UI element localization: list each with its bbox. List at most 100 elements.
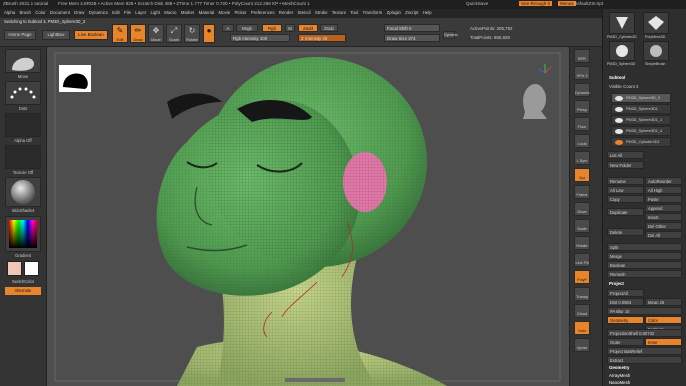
home-page-button[interactable]: Home Page (4, 30, 36, 40)
subtool-item[interactable]: PM3D_Sphere3D_3 (611, 93, 671, 103)
persp-button[interactable]: Persp (574, 100, 590, 114)
delete-button[interactable]: Delete (607, 228, 644, 236)
extract-section[interactable]: Extract (607, 356, 682, 364)
rotate-view-button[interactable]: Rotate (574, 236, 590, 250)
rotate-button[interactable]: ↻ Rotate (184, 24, 200, 43)
remesh-section[interactable]: Remesh (607, 270, 682, 278)
subtool-item[interactable]: PM3D_Cylinder3D1 (611, 137, 671, 147)
timeline-bar[interactable] (285, 378, 345, 382)
rgb-intensity-slider[interactable]: Rgb Intensity 100 (230, 34, 290, 42)
menu-item[interactable]: Color (35, 10, 46, 15)
live-boolean-button[interactable]: Live Boolean (74, 30, 108, 40)
menu-item[interactable]: Transform (362, 10, 382, 15)
quicksave-button[interactable]: QuickSave (466, 1, 488, 6)
subtool-item[interactable]: PM3D_Sphere3D1 (611, 104, 671, 114)
default-zscript-button[interactable]: DefaultZScript (574, 1, 603, 6)
project-all-button[interactable]: ProjectAll (607, 289, 644, 297)
polyf-button[interactable]: PolyF (574, 270, 590, 284)
menu-item[interactable]: Document (50, 10, 70, 15)
dynamic-button[interactable]: Dynamic (443, 31, 458, 39)
see-through-slider[interactable]: See-through 0 (519, 1, 553, 6)
z-intensity-slider[interactable]: Z Intensity 25 (298, 34, 346, 42)
arraymesh-header[interactable]: ArrayMesh (609, 373, 630, 378)
subtool-item[interactable]: PM3D_Sphere3D1_4 (611, 126, 671, 136)
menu-item[interactable]: Zplugin (387, 10, 401, 15)
alternate-button[interactable]: Alternate (5, 287, 41, 295)
bpr-button[interactable]: BPR (574, 49, 590, 63)
menu-item[interactable]: Help (423, 10, 432, 15)
material-swatch[interactable]: ● (203, 24, 215, 43)
all-low-button[interactable]: All Low (607, 186, 644, 194)
menu-item[interactable]: Render (279, 10, 293, 15)
move-button[interactable]: ✥ Move (148, 24, 164, 43)
solo-button[interactable]: Solo (574, 321, 590, 335)
merge-section[interactable]: Merge (607, 252, 682, 260)
viewport-canvas[interactable] (47, 47, 569, 386)
a-toggle[interactable]: A (222, 24, 234, 32)
menu-item[interactable]: Brush (19, 10, 30, 15)
rename-button[interactable]: Rename (607, 177, 644, 185)
nanomesh-header[interactable]: NanoMesh (609, 380, 630, 385)
tool-thumb-cylinder[interactable] (609, 12, 635, 34)
duplicate-button[interactable]: Duplicate (607, 208, 644, 216)
texture-thumbnail[interactable] (5, 145, 41, 169)
secondary-color-swatch[interactable] (24, 261, 39, 276)
menu-item[interactable]: Picker (234, 10, 246, 15)
menu-item[interactable]: Movie (218, 10, 230, 15)
tool-thumb-sphere[interactable] (609, 41, 635, 61)
copy-button[interactable]: Copy (607, 195, 644, 203)
scale-button[interactable]: ⤢ Scale (166, 24, 182, 43)
edit-button[interactable]: ✎ Edit (112, 24, 128, 43)
visible-count[interactable]: Visible Count 4 (609, 84, 638, 89)
menu-item[interactable]: Preferences (251, 10, 275, 15)
local-button[interactable]: Local (574, 134, 590, 148)
xyz-button[interactable]: Xyz (574, 168, 590, 182)
boolean-section[interactable]: Boolean (607, 261, 682, 269)
menu-item[interactable]: Material (199, 10, 215, 15)
new-folder-button[interactable]: New Folder (607, 161, 644, 169)
project-basrelief-button[interactable]: Project BasRelief (607, 347, 682, 355)
zsub-button[interactable]: Zsub (320, 24, 338, 32)
inner-toggle[interactable]: Inner (645, 338, 682, 346)
append-button[interactable]: Append (645, 204, 682, 212)
draw-button[interactable]: ✏ Draw (130, 24, 146, 43)
floor-button[interactable]: Floor (574, 117, 590, 131)
line-fill-button[interactable]: Line Fill (574, 253, 590, 267)
tool-thumb-simplebrush[interactable] (643, 41, 669, 61)
split-section[interactable]: Split (607, 243, 682, 251)
menu-item[interactable]: Texture (332, 10, 346, 15)
scale-view-button[interactable]: Scale (574, 219, 590, 233)
menu-item[interactable]: Tool (350, 10, 358, 15)
alpha-thumbnail[interactable] (5, 113, 41, 137)
brush-thumbnail[interactable] (5, 49, 41, 73)
m-button[interactable]: M (285, 24, 295, 32)
subtool-item[interactable]: PM3D_Sphere3D1_1 (611, 115, 671, 125)
mrgb-button[interactable]: Mrgb (236, 24, 258, 32)
menu-item[interactable]: File (124, 10, 131, 15)
menu-item[interactable]: Draw (74, 10, 84, 15)
axis-gizmo-icon[interactable] (538, 64, 552, 74)
all-high-button[interactable]: All High (645, 186, 682, 194)
outer-toggle[interactable]: Outer (607, 338, 644, 346)
rgb-button[interactable]: Rgb (262, 24, 282, 32)
menu-item[interactable]: Edit (112, 10, 120, 15)
menu-item[interactable]: Stencil (297, 10, 310, 15)
paste-button[interactable]: Paste (645, 195, 682, 203)
ghost-button[interactable]: Ghost (574, 304, 590, 318)
geometry-header[interactable]: Geometry (609, 365, 630, 370)
geometry-toggle[interactable]: Geometry (607, 316, 644, 324)
material-thumbnail[interactable] (5, 177, 41, 207)
frame-button[interactable]: Frame (574, 185, 590, 199)
autoreorder-button[interactable]: AutoReorder (645, 177, 682, 185)
dynamic-scroll-button[interactable]: Dynamic (574, 83, 590, 97)
list-all-button[interactable]: List All (607, 151, 644, 159)
lightbox-button[interactable]: LightBox (42, 30, 70, 40)
del-all-button[interactable]: Del All (645, 231, 682, 239)
color-picker[interactable] (5, 216, 41, 252)
menu-item[interactable]: Alpha (4, 10, 15, 15)
draw-size-slider[interactable]: Draw Size 274 (384, 34, 440, 42)
stroke-thumbnail[interactable] (5, 81, 41, 105)
menu-item[interactable]: Macro (164, 10, 176, 15)
transp-button[interactable]: Transp (574, 287, 590, 301)
main-color-swatch[interactable] (7, 261, 22, 276)
